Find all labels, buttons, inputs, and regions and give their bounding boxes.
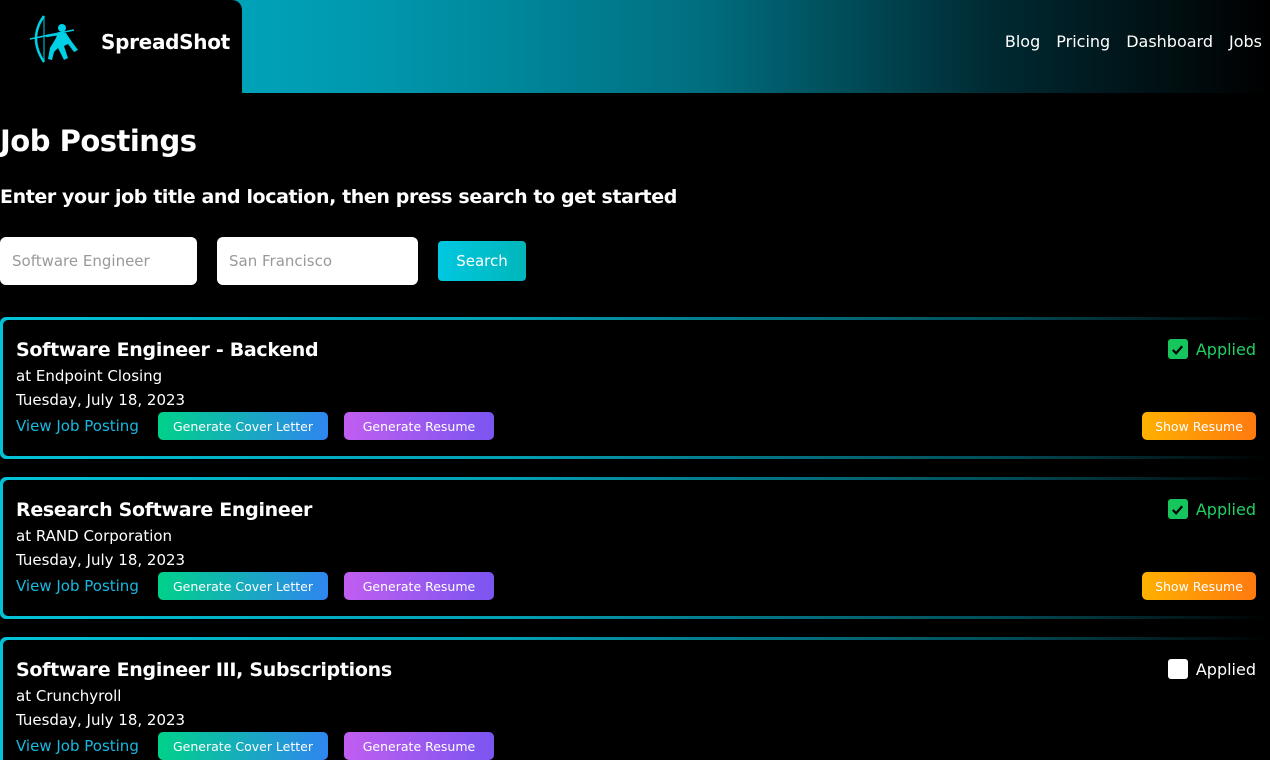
brand[interactable]: SpreadShot xyxy=(0,0,242,93)
nav-dashboard[interactable]: Dashboard xyxy=(1126,32,1213,51)
nav-jobs[interactable]: Jobs xyxy=(1229,32,1262,51)
job-card: Software Engineer III, Subscriptions at … xyxy=(0,637,1270,760)
generate-cover-letter-button[interactable]: Generate Cover Letter xyxy=(158,732,328,760)
applied-checkbox[interactable] xyxy=(1167,339,1188,359)
applied-toggle[interactable]: Applied xyxy=(1167,339,1256,359)
applied-toggle[interactable]: Applied xyxy=(1167,499,1256,519)
job-card: Software Engineer - Backend at Endpoint … xyxy=(0,317,1270,459)
view-job-posting-link[interactable]: View Job Posting xyxy=(16,417,139,435)
show-resume-button[interactable]: Show Resume xyxy=(1142,412,1256,440)
applied-label: Applied xyxy=(1195,339,1256,359)
applied-checkbox[interactable] xyxy=(1167,499,1188,519)
nav-blog[interactable]: Blog xyxy=(1005,32,1040,51)
view-job-posting-link[interactable]: View Job Posting xyxy=(16,577,139,595)
show-resume-button[interactable]: Show Resume xyxy=(1142,572,1256,600)
checkmark-icon xyxy=(1172,504,1184,515)
generate-cover-letter-button[interactable]: Generate Cover Letter xyxy=(158,572,328,600)
job-title: Software Engineer III, Subscriptions xyxy=(16,659,392,681)
applied-toggle[interactable]: Applied xyxy=(1167,659,1256,679)
brand-name: SpreadShot xyxy=(101,30,230,54)
job-title: Research Software Engineer xyxy=(16,499,313,521)
nav-pricing[interactable]: Pricing xyxy=(1056,32,1110,51)
job-date: Tuesday, July 18, 2023 xyxy=(16,551,186,569)
archer-logo-icon xyxy=(29,15,78,63)
generate-resume-button[interactable]: Generate Resume xyxy=(344,572,494,600)
job-date: Tuesday, July 18, 2023 xyxy=(16,711,186,729)
applied-checkbox[interactable] xyxy=(1167,659,1188,679)
job-title: Software Engineer - Backend xyxy=(16,339,319,361)
applied-label: Applied xyxy=(1195,659,1256,679)
applied-label: Applied xyxy=(1195,499,1256,519)
job-company: at Crunchyroll xyxy=(16,687,122,705)
top-header: SpreadShot Blog Pricing Dashboard Jobs xyxy=(0,0,1270,93)
job-date: Tuesday, July 18, 2023 xyxy=(16,391,186,409)
job-card: Research Software Engineer at RAND Corpo… xyxy=(0,477,1270,619)
job-company: at Endpoint Closing xyxy=(16,367,163,385)
page-subtitle: Enter your job title and location, then … xyxy=(0,186,677,208)
checkmark-icon xyxy=(1172,344,1184,355)
view-job-posting-link[interactable]: View Job Posting xyxy=(16,737,139,755)
search-button[interactable]: Search xyxy=(438,241,526,281)
location-input[interactable] xyxy=(217,237,418,285)
generate-resume-button[interactable]: Generate Resume xyxy=(344,412,494,440)
generate-cover-letter-button[interactable]: Generate Cover Letter xyxy=(158,412,328,440)
job-company: at RAND Corporation xyxy=(16,527,173,545)
page-title: Job Postings xyxy=(0,124,197,158)
generate-resume-button[interactable]: Generate Resume xyxy=(344,732,494,760)
job-title-input[interactable] xyxy=(0,237,197,285)
main-nav: Blog Pricing Dashboard Jobs xyxy=(1005,32,1262,51)
